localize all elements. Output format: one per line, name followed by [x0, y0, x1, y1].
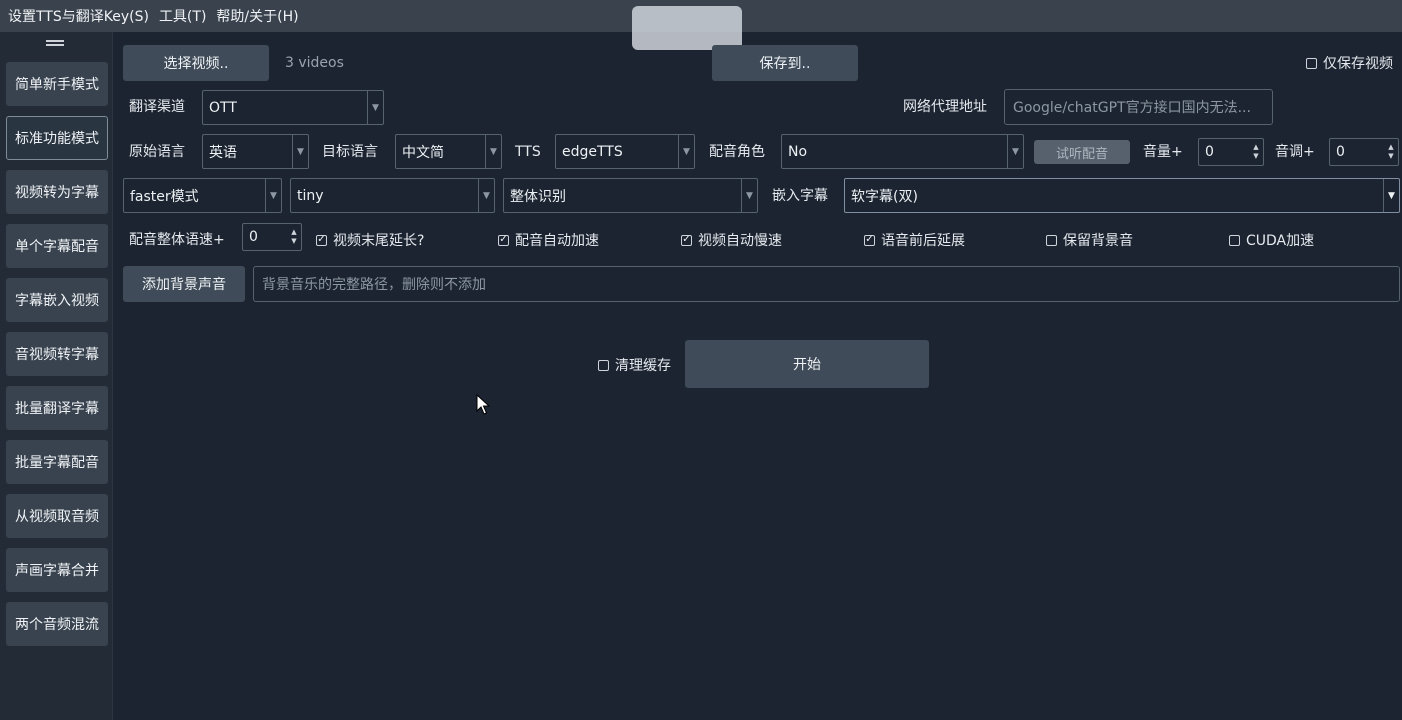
mouse-cursor-icon	[476, 394, 490, 415]
checkbox-box: ✓	[498, 234, 509, 246]
speed-label: 配音整体语速+	[129, 232, 225, 248]
voice-extend-label: 语音前后延展	[881, 233, 965, 249]
volume-label: 音量+	[1143, 144, 1183, 160]
checkbox-box: ✓	[864, 234, 875, 246]
menu-settings[interactable]: 设置TTS与翻译Key(S)	[8, 6, 149, 26]
target-language-value: 中文简	[402, 144, 444, 161]
checkbox-box	[598, 359, 609, 371]
translate-channel-select[interactable]: OTT ▼	[202, 90, 384, 125]
chevron-down-icon: ▼	[292, 135, 308, 168]
sidebar-item-merge[interactable]: 声画字幕合并	[6, 548, 108, 592]
checkbox-box	[1046, 234, 1057, 246]
only-save-video-checkbox[interactable]: 仅保存视频	[1306, 53, 1393, 73]
stepper-arrows-icon[interactable]: ▲ ▼	[287, 224, 301, 250]
keep-background-checkbox[interactable]: 保留背景音	[1046, 230, 1133, 250]
sidebar-item-batch-translate[interactable]: 批量翻译字幕	[6, 386, 108, 430]
menu-tools[interactable]: 工具(T)	[159, 6, 206, 26]
source-language-label: 原始语言	[129, 144, 185, 160]
chevron-down-icon: ▼	[485, 135, 501, 168]
recognition-type-select[interactable]: 整体识别 ▼	[503, 178, 758, 213]
chevron-down-icon: ▼	[367, 91, 383, 124]
proxy-label: 网络代理地址	[903, 99, 987, 115]
add-background-sound-button[interactable]: 添加背景声音	[123, 266, 245, 302]
embed-subtitle-label: 嵌入字幕	[772, 188, 828, 204]
source-language-value: 英语	[209, 144, 237, 161]
select-video-button[interactable]: 选择视频..	[123, 45, 269, 81]
stepper-arrows-icon[interactable]: ▲ ▼	[1384, 139, 1398, 165]
sidebar-item-embed-subtitle[interactable]: 字幕嵌入视频	[6, 278, 108, 322]
clear-cache-label: 清理缓存	[615, 358, 671, 374]
sidebar-item-extract-audio[interactable]: 从视频取音频	[6, 494, 108, 538]
speed-value: 0	[249, 229, 258, 245]
sidebar-item-batch-dubbing[interactable]: 批量字幕配音	[6, 440, 108, 484]
tts-label: TTS	[515, 144, 541, 160]
proxy-input[interactable]: Google/chatGPT官方接口国内无法...	[1004, 89, 1273, 125]
target-language-select[interactable]: 中文简 ▼	[395, 134, 502, 169]
checkbox-box: ✓	[316, 234, 327, 246]
chevron-down-icon: ▼	[678, 135, 694, 168]
clear-cache-checkbox[interactable]: 清理缓存	[598, 355, 671, 375]
save-to-button[interactable]: 保存到..	[712, 45, 858, 81]
model-value: tiny	[297, 187, 324, 204]
sidebar-item-audio-mix[interactable]: 两个音频混流	[6, 602, 108, 646]
checkbox-box: ✓	[681, 234, 692, 246]
video-count: 3 videos	[285, 55, 344, 71]
embed-subtitle-value: 软字幕(双)	[851, 188, 918, 205]
chevron-down-icon: ▼	[1383, 179, 1399, 212]
volume-value: 0	[1205, 144, 1214, 160]
recognition-mode-value: faster模式	[130, 188, 199, 205]
tts-select[interactable]: edgeTTS ▼	[555, 134, 695, 169]
menu-help[interactable]: 帮助/关于(H)	[216, 6, 298, 26]
video-extend-checkbox[interactable]: ✓ 视频末尾延长?	[316, 230, 424, 250]
recognition-mode-select[interactable]: faster模式 ▼	[123, 178, 282, 213]
checkbox-box	[1229, 234, 1240, 246]
video-extend-label: 视频末尾延长?	[333, 233, 425, 249]
stepper-arrows-icon[interactable]: ▲ ▼	[1249, 139, 1263, 165]
sidebar-item-single-dubbing[interactable]: 单个字幕配音	[6, 224, 108, 268]
main-panel: 选择视频.. 3 videos 保存到.. 仅保存视频 翻译渠道 OTT ▼ 网…	[113, 32, 1402, 720]
auto-slowdown-label: 视频自动慢速	[698, 233, 782, 249]
pitch-value: 0	[1336, 144, 1345, 160]
source-language-select[interactable]: 英语 ▼	[202, 134, 309, 169]
auto-speedup-label: 配音自动加速	[515, 233, 599, 249]
checkbox-box	[1306, 57, 1317, 69]
sidebar-item-simple-mode[interactable]: 简单新手模式	[6, 62, 108, 106]
voice-role-select[interactable]: No ▼	[781, 134, 1024, 169]
model-select[interactable]: tiny ▼	[290, 178, 495, 213]
auto-slowdown-checkbox[interactable]: ✓ 视频自动慢速	[681, 230, 782, 250]
start-button[interactable]: 开始	[685, 340, 929, 388]
pitch-label: 音调+	[1275, 144, 1315, 160]
embed-subtitle-select[interactable]: 软字幕(双) ▼	[844, 178, 1400, 213]
volume-stepper[interactable]: 0 ▲ ▼	[1198, 138, 1264, 166]
tts-value: edgeTTS	[562, 143, 623, 160]
background-music-input[interactable]: 背景音乐的完整路径，删除则不添加	[253, 266, 1400, 302]
recognition-type-value: 整体识别	[510, 188, 566, 205]
keep-background-label: 保留背景音	[1063, 233, 1133, 249]
chevron-down-icon: ▼	[265, 179, 281, 212]
sidebar-item-standard-mode[interactable]: 标准功能模式	[6, 116, 108, 160]
chevron-down-icon: ▼	[1007, 135, 1023, 168]
translate-channel-value: OTT	[209, 99, 237, 116]
chevron-down-icon: ▼	[741, 179, 757, 212]
sidebar-item-video-to-subtitle[interactable]: 视频转为字幕	[6, 170, 108, 214]
voice-extend-checkbox[interactable]: ✓ 语音前后延展	[864, 230, 965, 250]
cuda-checkbox[interactable]: CUDA加速	[1229, 230, 1314, 250]
speed-stepper[interactable]: 0 ▲ ▼	[242, 223, 302, 251]
only-save-video-label: 仅保存视频	[1323, 56, 1393, 72]
translate-channel-label: 翻译渠道	[129, 99, 185, 115]
pitch-stepper[interactable]: 0 ▲ ▼	[1329, 138, 1399, 166]
listen-dubbing-button[interactable]: 试听配音	[1034, 140, 1130, 164]
cuda-label: CUDA加速	[1246, 233, 1315, 249]
drag-handle-icon[interactable]	[46, 40, 64, 46]
voice-role-label: 配音角色	[709, 144, 765, 160]
sidebar: 简单新手模式 标准功能模式 视频转为字幕 单个字幕配音 字幕嵌入视频 音视频转字…	[0, 32, 113, 720]
voice-role-value: No	[788, 143, 808, 160]
target-language-label: 目标语言	[322, 144, 378, 160]
chevron-down-icon: ▼	[478, 179, 494, 212]
auto-speedup-checkbox[interactable]: ✓ 配音自动加速	[498, 230, 599, 250]
sidebar-item-av-to-subtitle[interactable]: 音视频转字幕	[6, 332, 108, 376]
